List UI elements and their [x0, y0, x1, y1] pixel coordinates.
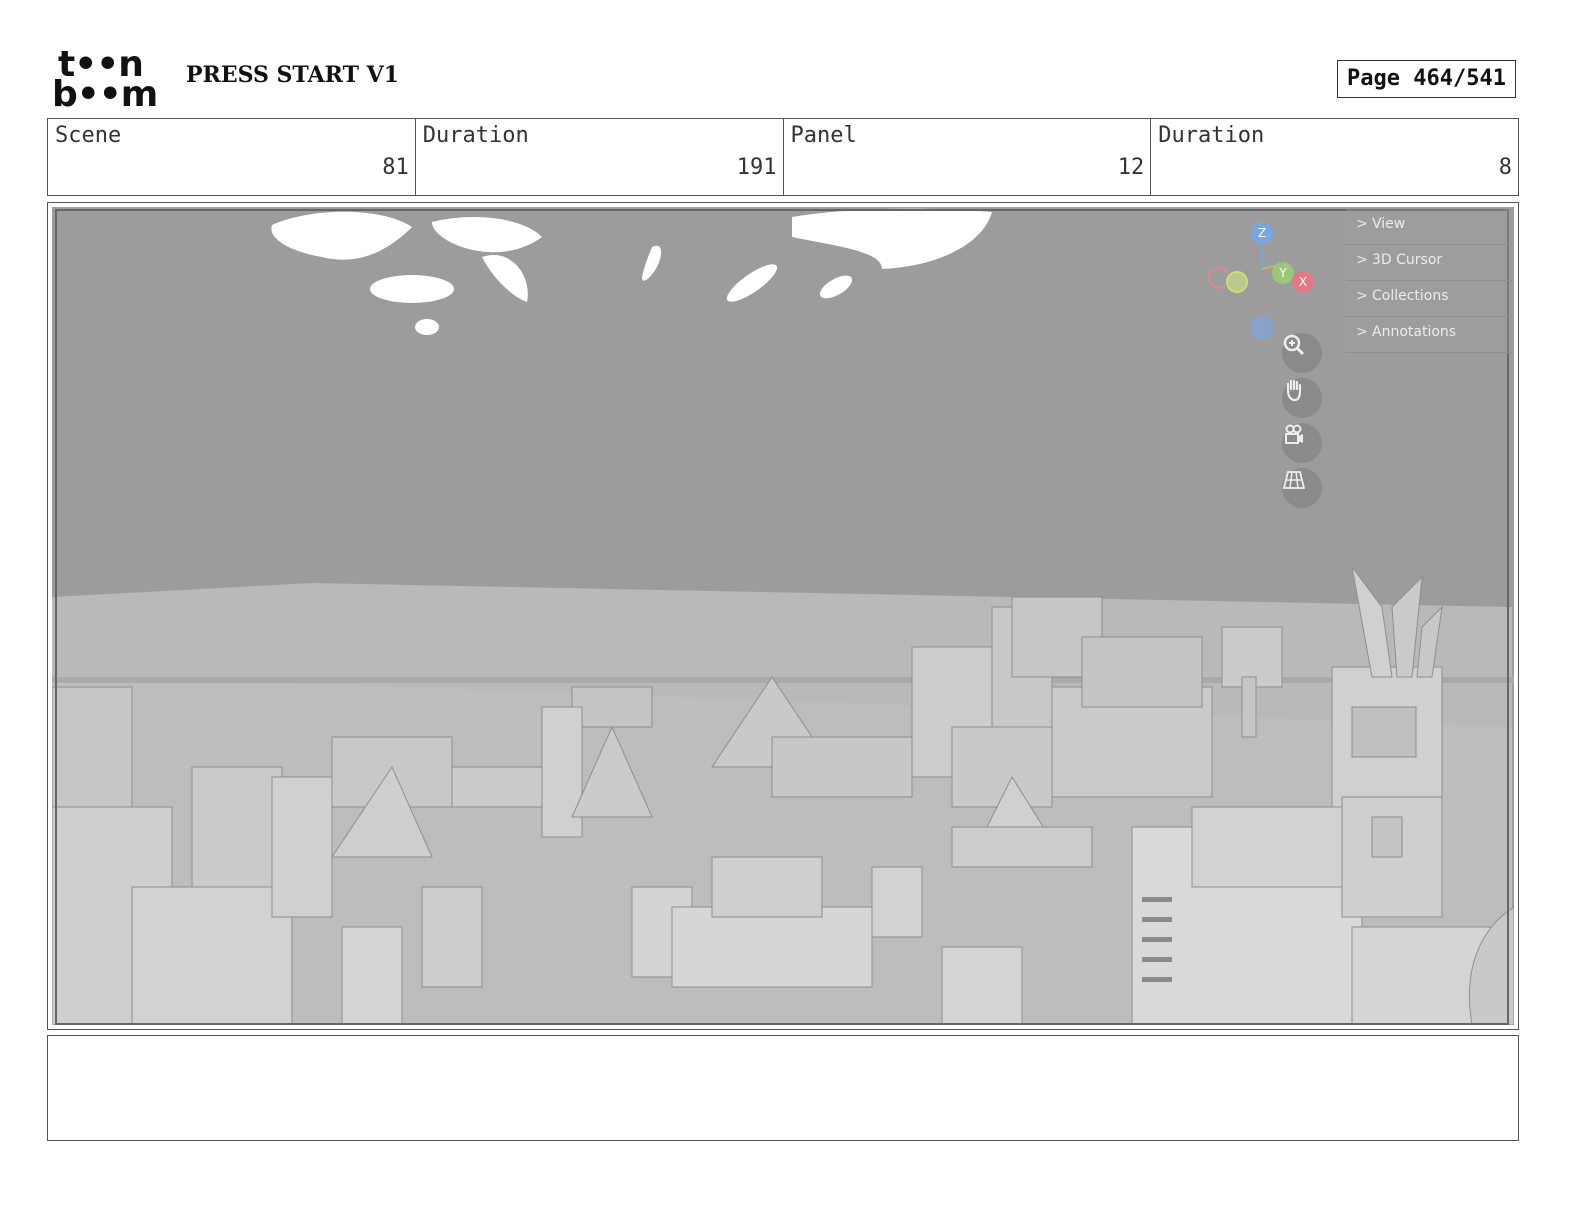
panel-notes-box[interactable] [47, 1035, 1519, 1141]
panel-label: Panel [790, 123, 857, 148]
storyboard-panel: Z Y X > View >3D Cursor > Collections > Ann… [47, 202, 1519, 1030]
x-axis-icon[interactable]: X [1292, 271, 1314, 293]
sidebar-item-label: Annotations [1372, 324, 1457, 340]
grid-perspective-icon[interactable] [1282, 468, 1322, 508]
scene-duration-cell: Duration 191 [416, 119, 784, 195]
toonboom-logo: t••n b••m [52, 47, 164, 115]
chevron-right-icon: > [1356, 252, 1368, 268]
axis-gizmo[interactable]: Z Y X [1202, 217, 1322, 339]
scene-value: 81 [382, 155, 409, 180]
sidebar-item-3d-cursor[interactable]: >3D Cursor [1346, 245, 1512, 281]
neg-y-axis-icon[interactable] [1226, 271, 1248, 293]
scene-label: Scene [55, 123, 122, 148]
scene-duration-label: Duration [422, 123, 529, 148]
panel-value: 12 [1117, 155, 1145, 180]
neg-z-axis-icon[interactable] [1251, 317, 1273, 339]
z-axis-icon[interactable]: Z [1251, 222, 1273, 244]
panel-duration-label: Duration [1158, 123, 1265, 148]
logo-line-2: b••m [52, 74, 158, 115]
document-title: PRESS START V1 [186, 62, 399, 88]
chevron-right-icon: > [1356, 216, 1368, 232]
panel-info-row: Scene 81 Duration 191 Panel 12 Duration … [47, 118, 1519, 196]
panel-cell: Panel 12 [784, 119, 1152, 195]
camera-icon[interactable] [1282, 423, 1322, 463]
sidebar-item-view[interactable]: > View [1346, 209, 1512, 245]
3d-viewport-image: Z Y X > View >3D Cursor > Collections > Ann… [52, 207, 1514, 1025]
sidebar-item-label: 3D Cursor [1372, 252, 1443, 268]
scene-duration-value: 191 [736, 155, 777, 180]
y-axis-icon[interactable]: Y [1272, 262, 1294, 284]
scene-cell: Scene 81 [48, 119, 416, 195]
hand-pan-icon[interactable] [1282, 378, 1322, 418]
sidebar-item-collections[interactable]: > Collections [1346, 281, 1512, 317]
sidebar-panel: > View >3D Cursor > Collections > Annotatio… [1346, 209, 1512, 353]
panel-duration-cell: Duration 8 [1151, 119, 1518, 195]
sidebar-item-label: View [1372, 216, 1406, 232]
chevron-right-icon: > [1356, 324, 1368, 340]
page-number: Page 464/541 [1337, 60, 1516, 98]
sidebar-item-label: Collections [1372, 288, 1449, 304]
zoom-icon[interactable] [1282, 333, 1322, 373]
sidebar-item-annotations[interactable]: > Annotations [1346, 317, 1512, 353]
chevron-right-icon: > [1356, 288, 1368, 304]
panel-duration-value: 8 [1498, 155, 1512, 180]
